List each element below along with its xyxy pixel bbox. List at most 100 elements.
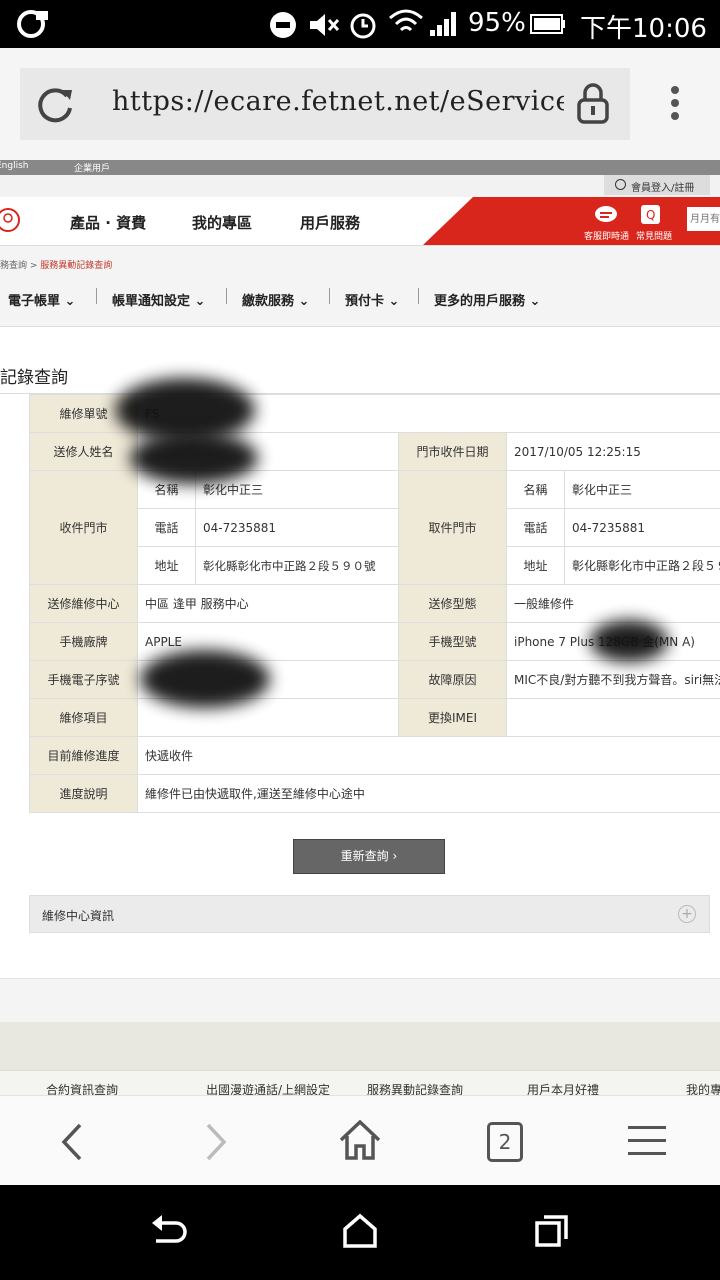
table-row: 送修維修中心 中區 逢甲 服務中心 送修型態 一般維修件 (29, 584, 720, 623)
subnav-more[interactable]: 更多的用戶服務 ⌄ (434, 290, 540, 309)
alarm-icon (350, 13, 376, 39)
site-search-input[interactable] (687, 207, 720, 231)
subnav-payment[interactable]: 繳款服務 ⌄ (242, 290, 309, 309)
plus-icon[interactable]: + (678, 905, 696, 923)
divider (96, 288, 97, 304)
do-not-disturb-icon (270, 12, 296, 38)
chat-icon[interactable] (594, 204, 620, 226)
cell-label: 故障原因 (398, 660, 507, 699)
table-row: 手機電子序號 故障原因 MIC不良/對方聽不到我方聲音。siri無法使用 (29, 660, 720, 699)
cell-value: 一般維修件 (505, 584, 720, 623)
breadcrumb-current: 服務異動記錄查詢 (40, 261, 113, 271)
cell-label: 送修型態 (398, 584, 507, 623)
table-row: 收件門市 名稱 彰化中正三 取件門市 名稱 彰化中正三 (29, 470, 720, 585)
faq-label[interactable]: 常見問題 (636, 229, 672, 242)
chevron-down-icon: ⌄ (388, 294, 400, 309)
cell-value: 彰化縣彰化市中正路２段５９０號 (195, 546, 399, 585)
back-icon[interactable] (58, 1122, 86, 1162)
divider (418, 288, 419, 304)
chevron-down-icon: ⌄ (529, 294, 541, 309)
cell-sublabel: 電話 (506, 508, 565, 547)
cell-sublabel: 地址 (137, 546, 196, 585)
chevron-down-icon: ⌄ (298, 294, 310, 309)
home-icon[interactable] (338, 1118, 382, 1162)
cell-label: 目前維修進度 (29, 736, 138, 775)
subnav-prepaid[interactable]: 預付卡 ⌄ (345, 290, 399, 309)
cell-value (505, 698, 720, 737)
system-home-icon[interactable] (342, 1213, 378, 1249)
chevron-right-icon: › (392, 849, 398, 863)
footer-link-my-zone[interactable]: 我的專 (686, 1081, 720, 1095)
web-page: English 企業用戶 會員登入/註冊 產品 · 資費 我的專區 用戶服務 客… (0, 160, 720, 1095)
cell-value: MIC不良/對方聽不到我方聲音。siri無法使用 (505, 660, 720, 699)
cell-sublabel: 名稱 (506, 470, 565, 509)
browser-address-area: https://ecare.fetnet.net/eServiceV3 (0, 48, 720, 160)
cell-sublabel: 地址 (506, 546, 565, 585)
nav-user-service[interactable]: 用戶服務 (300, 212, 360, 233)
url-text[interactable]: https://ecare.fetnet.net/eServiceV3 (112, 86, 564, 117)
english-link[interactable]: English (0, 161, 29, 171)
center-info-accordion[interactable]: 維修中心資訊 + (29, 895, 710, 933)
forward-icon[interactable] (202, 1122, 230, 1162)
cell-label: 收件門市 (29, 470, 138, 585)
cell-label: 取件門市 (398, 470, 507, 585)
divider (329, 288, 330, 304)
cell-label: 進度說明 (29, 774, 138, 813)
divider (226, 288, 227, 304)
footer-band (0, 978, 720, 1023)
recent-apps-icon[interactable] (534, 1213, 570, 1249)
live-chat-label[interactable]: 客服即時通 (584, 229, 629, 242)
mute-icon (310, 14, 340, 36)
wifi-icon (389, 9, 423, 32)
redaction-mark (130, 432, 258, 484)
redaction-mark (590, 620, 668, 662)
cell-value: 彰化中正三 (563, 470, 720, 509)
tabs-button[interactable]: 2 (487, 1122, 523, 1162)
cell-label: 手機型號 (398, 622, 507, 661)
cell-value: 04-7235881 (563, 508, 720, 547)
cell-label: 門市收件日期 (398, 432, 507, 471)
subnav-ebill[interactable]: 電子帳單 ⌄ (8, 290, 75, 309)
cell-label: 送修人姓名 (29, 432, 138, 471)
requery-button[interactable]: 重新查詢 › (293, 839, 445, 874)
footer-link-service-log[interactable]: 服務異動記錄查詢 (367, 1081, 463, 1095)
hamburger-menu-icon[interactable] (628, 1124, 668, 1158)
breadcrumb-parent[interactable]: 務查詢 > (0, 261, 40, 271)
status-bar: 95% 下午10:06 (0, 0, 720, 48)
page-title: 記錄查詢 (0, 368, 68, 388)
footer-link-gift[interactable]: 用戶本月好禮 (527, 1081, 599, 1095)
cell-label: 維修項目 (29, 698, 138, 737)
chevron-down-icon: ⌄ (194, 294, 206, 309)
system-nav-bar (0, 1185, 720, 1280)
footer-link-roaming[interactable]: 出國漫遊通話/上網設定 (206, 1081, 330, 1095)
browser-toolbar: 2 (0, 1095, 720, 1186)
faq-icon[interactable]: Q (640, 204, 662, 226)
system-back-icon[interactable] (148, 1213, 190, 1251)
user-icon (615, 179, 626, 190)
subnav-bill-notify[interactable]: 帳單通知設定 ⌄ (112, 290, 205, 309)
cell-value: 彰化縣彰化市中正路２段５９０號 (563, 546, 720, 585)
footer-link-contract[interactable]: 合約資訊查詢 (46, 1081, 118, 1095)
tab-count: 2 (498, 1130, 512, 1154)
reload-icon[interactable] (34, 84, 76, 126)
footer-band (0, 1022, 720, 1070)
login-button[interactable]: 會員登入/註冊 (604, 175, 710, 195)
clock: 下午10:06 (580, 14, 707, 44)
cell-value: 維修件已由快遞取件,運送至維修中心途中 (136, 774, 720, 813)
cell-label: 手機電子序號 (29, 660, 138, 699)
fetnet-logo-icon[interactable] (0, 206, 22, 234)
nav-my-zone[interactable]: 我的專區 (192, 212, 252, 233)
cell-value: 中區 逢甲 服務中心 (137, 584, 399, 623)
center-info-label: 維修中心資訊 (42, 909, 115, 923)
lock-icon[interactable] (576, 82, 610, 126)
cell-label: 送修維修中心 (29, 584, 138, 623)
address-bar[interactable]: https://ecare.fetnet.net/eServiceV3 (20, 68, 630, 140)
top-utility-nav: English 企業用戶 (0, 160, 720, 175)
chevron-down-icon: ⌄ (64, 294, 76, 309)
nav-products[interactable]: 產品 · 資費 (70, 212, 146, 233)
header-red-band (423, 197, 720, 245)
enterprise-link[interactable]: 企業用戶 (74, 161, 110, 174)
breadcrumb: 務查詢 > 服務異動記錄查詢 (0, 258, 112, 271)
more-menu-icon[interactable] (668, 86, 682, 126)
battery-percent: 95% (468, 8, 526, 38)
